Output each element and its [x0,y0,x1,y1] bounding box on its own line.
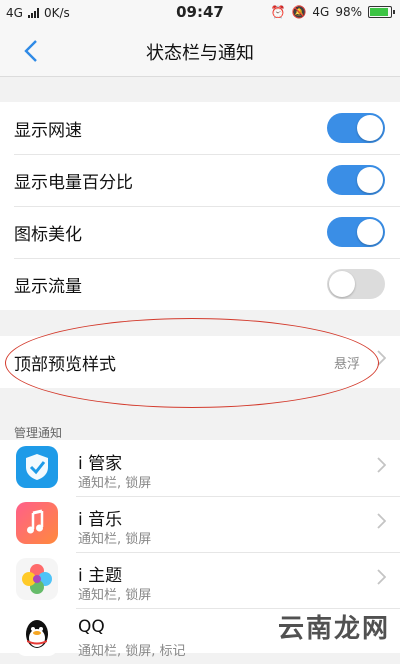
qq-penguin-icon [16,614,58,656]
app-name: i 主题 [78,566,123,586]
watermark: 云南龙网 [277,614,390,644]
status-right: ⏰ 🔕 4G 98% [270,5,395,19]
setting-label: 显示网速 [14,121,82,141]
battery-fill [370,8,388,16]
setting-row-network-speed: 显示网速 [0,102,400,154]
app-name: QQ [78,617,105,637]
app-item-iguanjia[interactable]: i 管家 通知栏, 锁屏 [0,440,400,496]
chevron-right-icon [377,350,387,371]
preview-style-label: 顶部预览样式 [14,355,116,375]
app-item-izhuti[interactable]: i 主题 通知栏, 锁屏 [0,552,400,608]
toggle-knob [357,167,383,193]
setting-label: 显示流量 [14,277,82,297]
toggle-knob [357,219,383,245]
setting-label: 图标美化 [14,225,82,245]
header: 状态栏与通知 [0,26,400,77]
right-network-type: 4G [312,5,330,19]
chevron-right-icon [377,513,387,534]
battery-percent: 98% [335,5,362,19]
app-item-iyinyue[interactable]: i 音乐 通知栏, 锁屏 [0,496,400,552]
app-subtitle: 通知栏, 锁屏 [78,532,152,547]
setting-row-data-usage: 显示流量 [0,258,400,310]
battery-percent-toggle[interactable] [327,165,385,195]
network-speed-toggle[interactable] [327,113,385,143]
toggle-knob [329,271,355,297]
chevron-right-icon [377,569,387,590]
preview-style-row[interactable]: 顶部预览样式 悬浮 [0,336,400,388]
preview-style-value: 悬浮 [333,357,360,372]
settings-group: 显示网速 显示电量百分比 图标美化 显示流量 [0,102,400,310]
setting-row-icon-beautify: 图标美化 [0,206,400,258]
app-name: i 音乐 [78,510,123,530]
page-title: 状态栏与通知 [146,43,254,64]
status-bar: 4G 0K/s 09:47 ⏰ 🔕 4G 98% [0,0,400,26]
section-title: 管理通知 [14,426,63,440]
icon-beautify-toggle[interactable] [327,217,385,247]
mute-icon: 🔕 [291,5,307,19]
app-subtitle: 通知栏, 锁屏 [78,588,152,603]
data-usage-toggle[interactable] [327,269,385,299]
setting-row-battery-percent: 显示电量百分比 [0,154,400,206]
battery-icon [368,6,395,18]
chevron-right-icon [377,457,387,478]
app-subtitle: 通知栏, 锁屏 [78,476,152,491]
music-note-icon [16,502,58,544]
app-subtitle: 通知栏, 锁屏, 标记 [78,644,186,659]
app-name: i 管家 [78,454,123,474]
setting-label: 显示电量百分比 [14,173,133,193]
theme-flower-icon [16,558,58,600]
alarm-icon: ⏰ [270,5,286,19]
shield-check-icon [16,446,58,488]
toggle-knob [357,115,383,141]
